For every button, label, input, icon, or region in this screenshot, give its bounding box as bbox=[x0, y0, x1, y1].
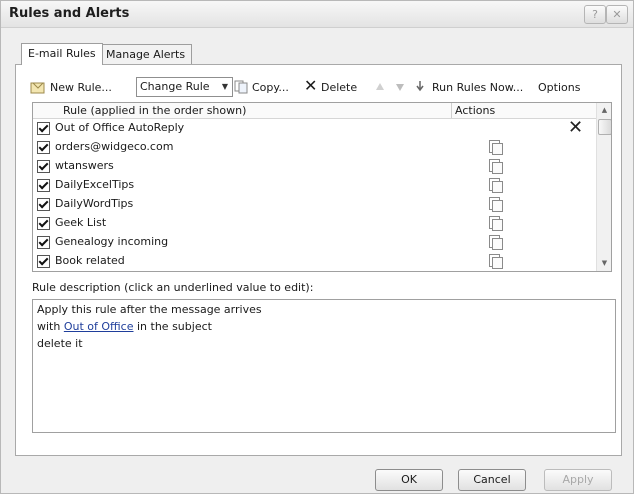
description-line-1: Apply this rule after the message arrive… bbox=[37, 303, 262, 316]
rule-checkbox[interactable] bbox=[37, 179, 50, 192]
help-button[interactable]: ? bbox=[584, 5, 606, 24]
table-row[interactable]: Genealogy incoming bbox=[33, 233, 596, 252]
move-to-folder-icon bbox=[489, 159, 503, 174]
tab-email-rules[interactable]: E-mail Rules bbox=[21, 43, 103, 65]
rule-name: wtanswers bbox=[55, 159, 114, 172]
title-bar: Rules and Alerts ? ✕ bbox=[1, 1, 633, 28]
rule-name: DailyExcelTips bbox=[55, 178, 135, 191]
rule-checkbox[interactable] bbox=[37, 198, 50, 211]
rule-name: orders@widgeco.com bbox=[55, 140, 174, 153]
header-actions[interactable]: Actions bbox=[455, 104, 495, 117]
table-row[interactable]: DailyExcelTips bbox=[33, 176, 596, 195]
header-separator bbox=[451, 103, 452, 118]
copy-icon bbox=[234, 80, 250, 97]
ok-button[interactable]: OK bbox=[375, 469, 443, 491]
options-button[interactable]: Options bbox=[538, 79, 580, 97]
table-row[interactable]: Geek List bbox=[33, 214, 596, 233]
rule-description-box: Apply this rule after the message arrive… bbox=[32, 299, 616, 433]
rule-checkbox[interactable] bbox=[37, 160, 50, 173]
delete-icon: ✕ bbox=[304, 76, 318, 95]
copy-button[interactable]: Copy... bbox=[252, 79, 289, 97]
move-down-icon[interactable] bbox=[395, 82, 405, 95]
subject-value-link[interactable]: Out of Office bbox=[64, 320, 134, 333]
rule-name: Genealogy incoming bbox=[55, 235, 169, 248]
table-row[interactable]: orders@widgeco.com bbox=[33, 138, 596, 157]
delete-x-icon: ✕ bbox=[568, 117, 584, 138]
move-up-icon[interactable] bbox=[375, 82, 385, 95]
scroll-thumb[interactable] bbox=[598, 119, 611, 135]
table-row[interactable]: Book related bbox=[33, 252, 596, 271]
apply-button[interactable]: Apply bbox=[544, 469, 612, 491]
delete-button[interactable]: Delete bbox=[321, 79, 357, 97]
rules-list-header: Rule (applied in the order shown) Action… bbox=[33, 103, 596, 119]
rules-toolbar: New Rule... Change Rule ▼ Copy... ✕ Dele… bbox=[30, 77, 600, 99]
rule-checkbox[interactable] bbox=[37, 255, 50, 268]
rule-name: Geek List bbox=[55, 216, 107, 229]
description-line-2-suffix: in the subject bbox=[137, 320, 212, 333]
rule-checkbox[interactable] bbox=[37, 141, 50, 154]
move-to-folder-icon bbox=[489, 216, 503, 231]
new-rule-icon bbox=[30, 80, 46, 97]
header-rule[interactable]: Rule (applied in the order shown) bbox=[63, 104, 246, 117]
run-rules-now-button[interactable]: Run Rules Now... bbox=[432, 79, 523, 97]
move-to-folder-icon bbox=[489, 197, 503, 212]
rule-description-label: Rule description (click an underlined va… bbox=[32, 281, 314, 294]
window-title: Rules and Alerts bbox=[9, 6, 130, 21]
table-row[interactable]: wtanswers bbox=[33, 157, 596, 176]
rule-name: Out of Office AutoReply bbox=[55, 121, 185, 134]
rule-name: Book related bbox=[55, 254, 125, 267]
rule-checkbox[interactable] bbox=[37, 122, 50, 135]
scroll-down-icon[interactable]: ▼ bbox=[597, 256, 611, 271]
move-to-folder-icon bbox=[489, 178, 503, 193]
chevron-down-icon: ▼ bbox=[221, 82, 229, 91]
tab-manage-alerts[interactable]: Manage Alerts bbox=[99, 44, 193, 64]
cancel-button[interactable]: Cancel bbox=[458, 469, 526, 491]
change-rule-label: Change Rule bbox=[140, 80, 210, 93]
rules-and-alerts-dialog: Rules and Alerts ? ✕ E-mail Rules Manage… bbox=[0, 0, 634, 494]
rules-list[interactable]: Rule (applied in the order shown) Action… bbox=[32, 102, 612, 272]
description-line-3: delete it bbox=[37, 337, 83, 350]
close-button[interactable]: ✕ bbox=[606, 5, 628, 24]
move-to-folder-icon bbox=[489, 235, 503, 250]
rule-checkbox[interactable] bbox=[37, 236, 50, 249]
new-rule-button[interactable]: New Rule... bbox=[50, 79, 112, 97]
move-to-folder-icon bbox=[489, 254, 503, 269]
description-line-2-prefix: with bbox=[37, 320, 61, 333]
rule-checkbox[interactable] bbox=[37, 217, 50, 230]
change-rule-dropdown[interactable]: Change Rule ▼ bbox=[136, 77, 233, 97]
description-line-2: with Out of Office in the subject bbox=[37, 320, 212, 333]
rule-name: DailyWordTips bbox=[55, 197, 134, 210]
move-to-folder-icon bbox=[489, 140, 503, 155]
run-rules-icon bbox=[415, 81, 425, 96]
rules-list-scrollbar[interactable]: ▲ ▼ bbox=[596, 103, 611, 271]
table-row[interactable]: Out of Office AutoReply ✕ bbox=[33, 117, 596, 138]
table-row[interactable]: DailyWordTips bbox=[33, 195, 596, 214]
scroll-up-icon[interactable]: ▲ bbox=[597, 103, 611, 118]
email-rules-panel: New Rule... Change Rule ▼ Copy... ✕ Dele… bbox=[15, 64, 622, 456]
